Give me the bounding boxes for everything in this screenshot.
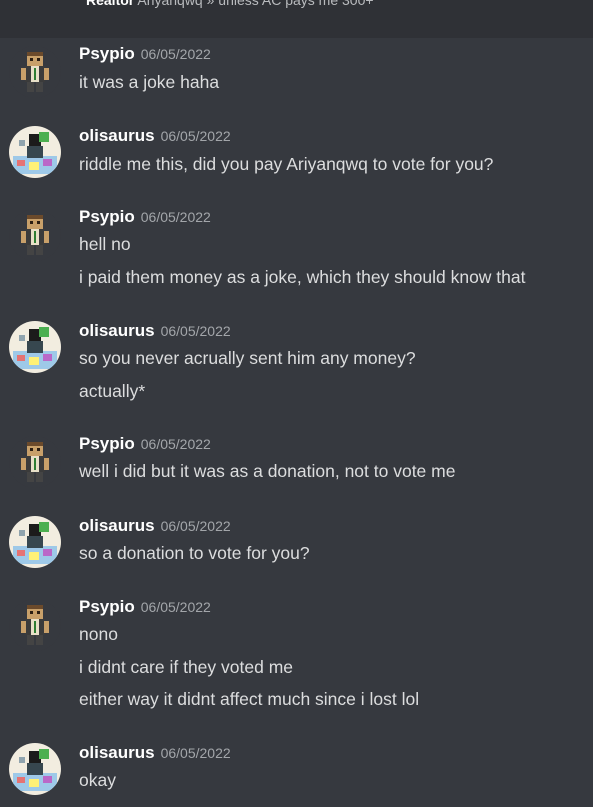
timestamp: 06/05/2022 [160, 745, 231, 761]
psypio-avatar[interactable] [9, 46, 61, 98]
olisaurus-avatar[interactable] [9, 321, 61, 373]
psypio-avatar[interactable] [9, 436, 61, 488]
username[interactable]: olisaurus [79, 743, 155, 762]
replied-author: Realtor [86, 0, 135, 8]
olisaurus-round-avatar-icon [9, 321, 61, 373]
message-text: i didnt care if they voted me [79, 657, 293, 677]
olisaurus-round-avatar-icon [9, 126, 61, 178]
timestamp: 06/05/2022 [140, 436, 211, 452]
replied-message-preview[interactable]: Realtor Ariyanqwq » unless AC pays me 30… [86, 0, 374, 8]
psypio-avatar[interactable] [9, 599, 61, 651]
message-header: Psypio 06/05/2022 [79, 207, 211, 227]
replied-message-bar[interactable]: Realtor Ariyanqwq » unless AC pays me 30… [0, 0, 593, 38]
timestamp: 06/05/2022 [140, 599, 211, 615]
message-header: Psypio 06/05/2022 [79, 44, 211, 64]
username[interactable]: Psypio [79, 434, 135, 453]
timestamp: 06/05/2022 [140, 209, 211, 225]
message-text: either way it didnt affect much since i … [79, 689, 420, 709]
message-header: olisaurus 06/05/2022 [79, 743, 231, 763]
message-header: olisaurus 06/05/2022 [79, 126, 231, 146]
message-text: so a donation to vote for you? [79, 543, 310, 563]
message-text: so you never acrually sent him any money… [79, 348, 416, 368]
username[interactable]: olisaurus [79, 321, 155, 340]
psypio-avatar[interactable] [9, 209, 61, 261]
username[interactable]: Psypio [79, 44, 135, 63]
olisaurus-round-avatar-icon [9, 743, 61, 795]
message-text: actually* [79, 381, 146, 401]
olisaurus-avatar[interactable] [9, 743, 61, 795]
olisaurus-avatar[interactable] [9, 126, 61, 178]
message-text: it was a joke haha [79, 72, 220, 92]
psypio-skin-avatar-icon [9, 209, 61, 261]
message-header: olisaurus 06/05/2022 [79, 516, 231, 536]
timestamp: 06/05/2022 [160, 518, 231, 534]
message-text: hell no [79, 234, 131, 254]
olisaurus-avatar[interactable] [9, 516, 61, 568]
timestamp: 06/05/2022 [140, 46, 211, 62]
olisaurus-round-avatar-icon [9, 516, 61, 568]
replied-text: Ariyanqwq » unless AC pays me 300+ [134, 0, 374, 8]
timestamp: 06/05/2022 [160, 323, 231, 339]
message-text: okay [79, 770, 116, 790]
psypio-skin-avatar-icon [9, 599, 61, 651]
message-text: well i did but it was as a donation, not… [79, 461, 456, 481]
message-text: riddle me this, did you pay Ariyanqwq to… [79, 154, 494, 174]
psypio-skin-avatar-icon [9, 436, 61, 488]
message-header: olisaurus 06/05/2022 [79, 321, 231, 341]
username[interactable]: olisaurus [79, 516, 155, 535]
message-text: i paid them money as a joke, which they … [79, 267, 526, 287]
username[interactable]: olisaurus [79, 126, 155, 145]
timestamp: 06/05/2022 [160, 128, 231, 144]
message-text: nono [79, 624, 118, 644]
psypio-skin-avatar-icon [9, 46, 61, 98]
username[interactable]: Psypio [79, 597, 135, 616]
message-header: Psypio 06/05/2022 [79, 434, 211, 454]
message-header: Psypio 06/05/2022 [79, 597, 211, 617]
username[interactable]: Psypio [79, 207, 135, 226]
